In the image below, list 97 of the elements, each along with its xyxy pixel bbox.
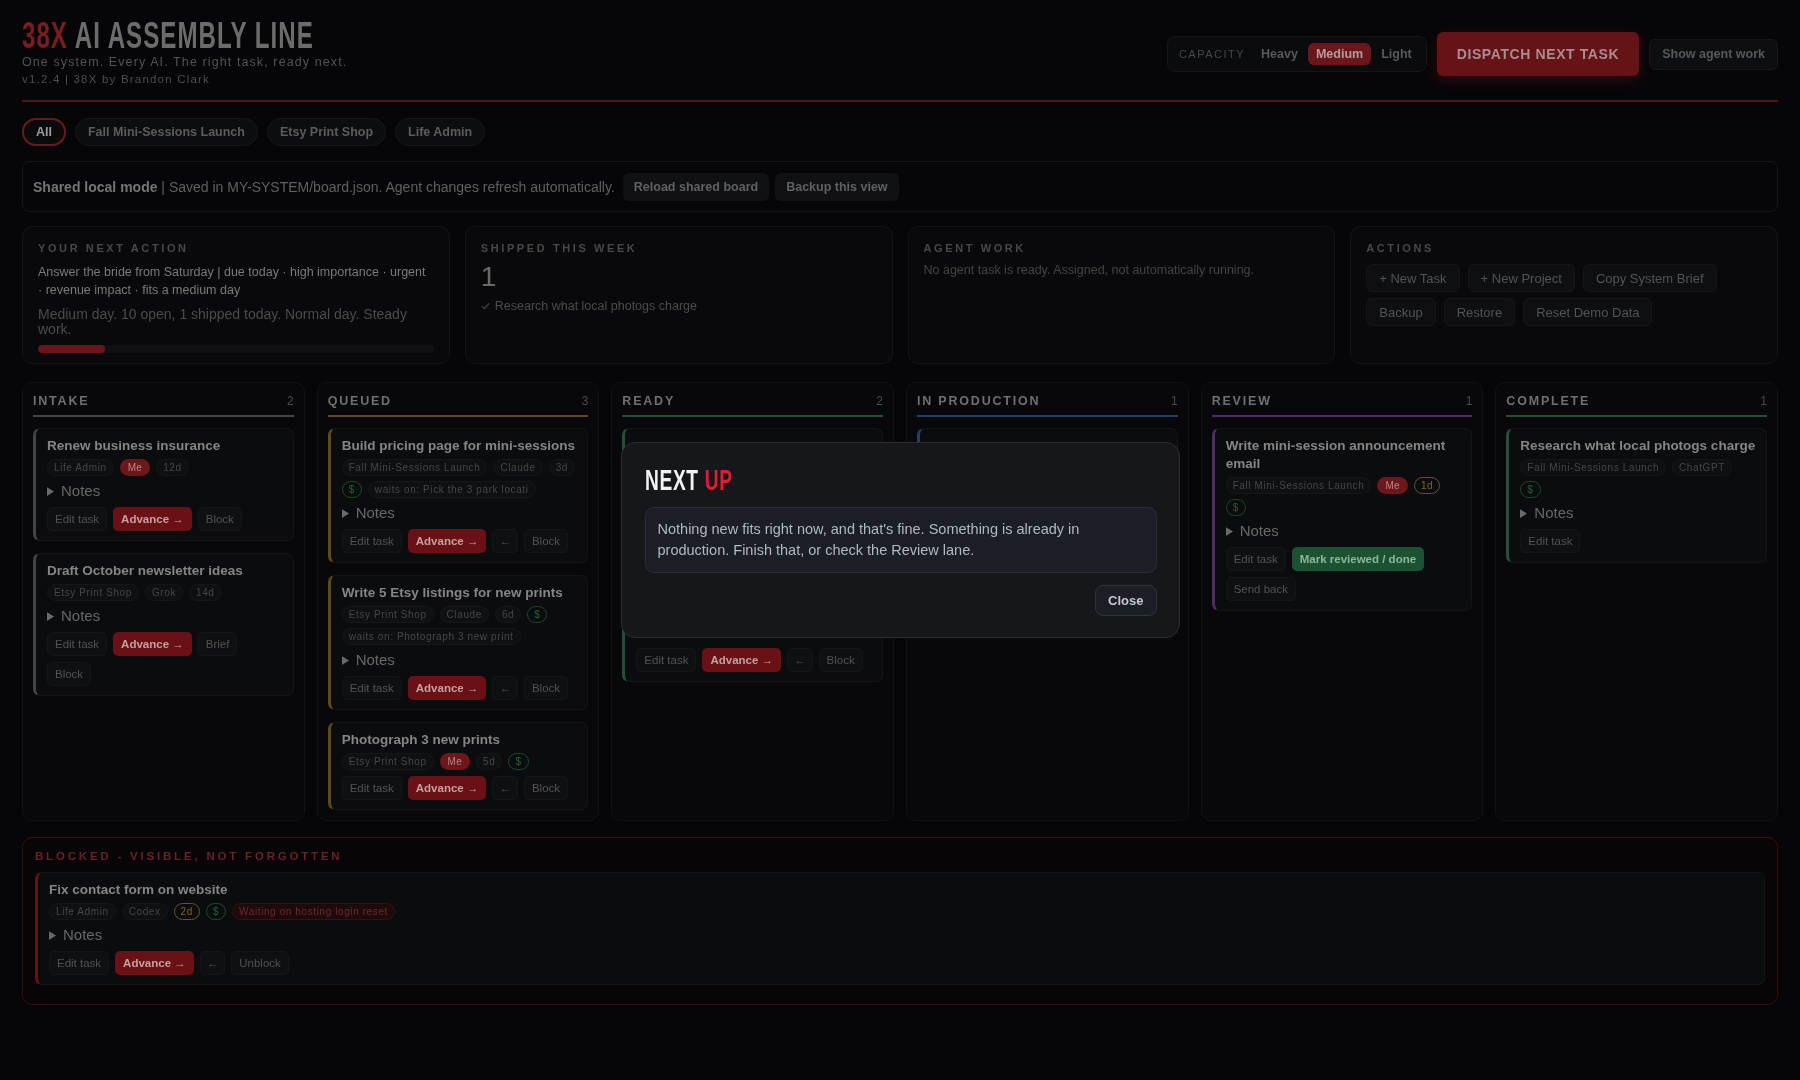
task-action-button[interactable]: Block	[47, 662, 92, 686]
action-button[interactable]: Restore	[1443, 298, 1516, 326]
card-label: ACTIONS	[1366, 241, 1435, 255]
blocker-tag: Waiting on hosting login reset	[232, 903, 395, 920]
close-button[interactable]: Close	[1095, 585, 1157, 616]
task-title: Renew business insurance	[47, 437, 222, 455]
check-icon	[480, 302, 490, 310]
task-title: Research what local photogs charge	[1520, 437, 1756, 455]
capacity-option[interactable]: Heavy	[1253, 43, 1306, 65]
version-label: v1.2.4 | 38X by Brandon Clark	[22, 72, 210, 87]
action-button[interactable]: + New Task	[1366, 264, 1460, 292]
task-action-button[interactable]: Edit task	[49, 951, 110, 975]
card-label: YOUR NEXT ACTION	[38, 241, 190, 255]
dialog-message: Nothing new fits right now, and that's fine. Something is already in production. Finish that, or check the Review lane.	[644, 507, 1157, 573]
filter-chip[interactable]: Fall Mini-Sessions Launch	[75, 118, 258, 146]
app-title: 38X AI ASSEMBLY LINE	[22, 18, 314, 54]
notes-toggle[interactable]: Notes	[49, 925, 103, 945]
agent-work-button[interactable]: Show agent work	[1649, 38, 1778, 70]
card-label: SHIPPED THIS WEEK	[480, 241, 639, 255]
task-action-button[interactable]: Block	[523, 776, 569, 800]
shipped-item: Research what local photogs charge	[494, 299, 697, 313]
lane-count: 2	[876, 394, 883, 409]
advance-button[interactable]: Advance →	[115, 951, 194, 975]
shared-mode-text: Shared local mode | Saved in MY-SYSTEM/board.json. Agent changes refresh automatically.	[33, 178, 615, 195]
shared-bar-button[interactable]: Backup this view	[775, 172, 899, 201]
dispatch-button[interactable]: DISPATCH NEXT TASK	[1436, 32, 1640, 76]
notes-toggle[interactable]: Notes	[341, 503, 395, 523]
task-action-button[interactable]: Edit task	[1520, 529, 1581, 553]
task-title: Write mini-session announcement email	[1225, 437, 1447, 473]
action-button[interactable]: Reset Demo Data	[1523, 298, 1653, 326]
capacity-option[interactable]: Light	[1373, 43, 1420, 65]
mark-done-button[interactable]: Mark reviewed / done	[1291, 547, 1425, 571]
lane-count: 1	[1465, 394, 1473, 409]
advance-button[interactable]: Advance →	[702, 648, 782, 672]
advance-button[interactable]: Advance →	[407, 676, 487, 700]
advance-button[interactable]: Advance →	[407, 776, 487, 800]
shipped-count: 1	[480, 261, 498, 293]
task-action-button[interactable]: Edit task	[1225, 547, 1286, 571]
task-title: Fix contact form on website	[49, 881, 229, 899]
action-button[interactable]: Backup	[1366, 298, 1436, 326]
lane-title: IN PRODUCTION	[917, 394, 1041, 409]
task-action-button[interactable]: Edit task	[341, 776, 402, 800]
task-action-button[interactable]: Block	[523, 529, 569, 553]
task-action-button[interactable]: Brief	[197, 632, 238, 656]
assignee-tag: Me	[1377, 477, 1408, 494]
task-title: Build pricing page for mini-sessions	[341, 437, 576, 455]
back-button[interactable]: ←	[492, 776, 518, 800]
filter-chip[interactable]: All	[22, 118, 66, 146]
notes-toggle[interactable]: Notes	[47, 606, 101, 626]
next-action-text: Answer the bride from Saturday | due today · high importance · urgent · revenue impact · fits a medium day	[38, 264, 427, 299]
notes-toggle[interactable]: Notes	[1225, 521, 1279, 541]
capacity-option[interactable]: Medium	[1307, 43, 1372, 65]
task-action-button[interactable]: Unblock	[231, 951, 289, 975]
task-action-button[interactable]: Edit task	[341, 676, 402, 700]
dialog-title: NEXT UP	[644, 465, 733, 495]
back-button[interactable]: ←	[787, 648, 813, 672]
filter-chip[interactable]: Life Admin	[395, 118, 486, 146]
advance-button[interactable]: Advance →	[407, 529, 487, 553]
task-title: Draft October newsletter ideas	[47, 562, 244, 580]
lane-count: 1	[1760, 394, 1767, 409]
task-action-button[interactable]: Block	[523, 676, 569, 700]
assignee-tag: Me	[119, 459, 151, 476]
advance-button[interactable]: Advance →	[113, 632, 192, 656]
lane-count: 3	[581, 394, 589, 409]
advance-button[interactable]: Advance →	[113, 507, 192, 531]
task-action-button[interactable]: Block	[818, 648, 863, 672]
notes-toggle[interactable]: Notes	[1520, 503, 1574, 523]
lane-count: 2	[286, 394, 294, 409]
lane-title: READY	[622, 394, 676, 409]
back-button[interactable]: ←	[492, 676, 518, 700]
task-title: Write 5 Etsy listings for new prints	[341, 584, 564, 602]
lane-title: QUEUED	[327, 394, 392, 409]
lane-title: COMPLETE	[1506, 394, 1591, 409]
task-action-button[interactable]: Edit task	[47, 632, 108, 656]
task-action-button[interactable]: Edit task	[47, 507, 108, 531]
back-button[interactable]: ←	[199, 951, 226, 975]
lane-title: INTAKE	[33, 394, 90, 409]
filter-chip[interactable]: Etsy Print Shop	[266, 118, 387, 146]
blocked-title: BLOCKED - VISIBLE, NOT FORGOTTEN	[35, 849, 344, 863]
task-action-button[interactable]: Edit task	[341, 529, 402, 553]
action-button[interactable]: + New Project	[1467, 264, 1575, 292]
action-button[interactable]: Copy System Brief	[1582, 264, 1717, 292]
task-action-button[interactable]: Edit task	[636, 648, 697, 672]
lane-title: REVIEW	[1211, 394, 1272, 409]
task-title: Photograph 3 new prints	[341, 731, 501, 749]
task-action-button[interactable]: Send back	[1225, 577, 1296, 601]
notes-toggle[interactable]: Notes	[341, 650, 395, 670]
shared-bar-button[interactable]: Reload shared board	[622, 172, 770, 201]
assignee-tag: Me	[439, 753, 471, 770]
back-button[interactable]: ←	[492, 529, 518, 553]
card-label: AGENT WORK	[923, 241, 1027, 255]
day-summary: Medium day. 10 open, 1 shipped today. Normal day. Steady work.	[38, 307, 408, 337]
tagline: One system. Every AI. The right task, ready next.	[22, 54, 348, 70]
lane-count: 1	[1170, 394, 1178, 409]
capacity-label: CAPACITY	[1178, 48, 1246, 60]
task-action-button[interactable]: Block	[197, 507, 242, 531]
notes-toggle[interactable]: Notes	[47, 481, 101, 501]
